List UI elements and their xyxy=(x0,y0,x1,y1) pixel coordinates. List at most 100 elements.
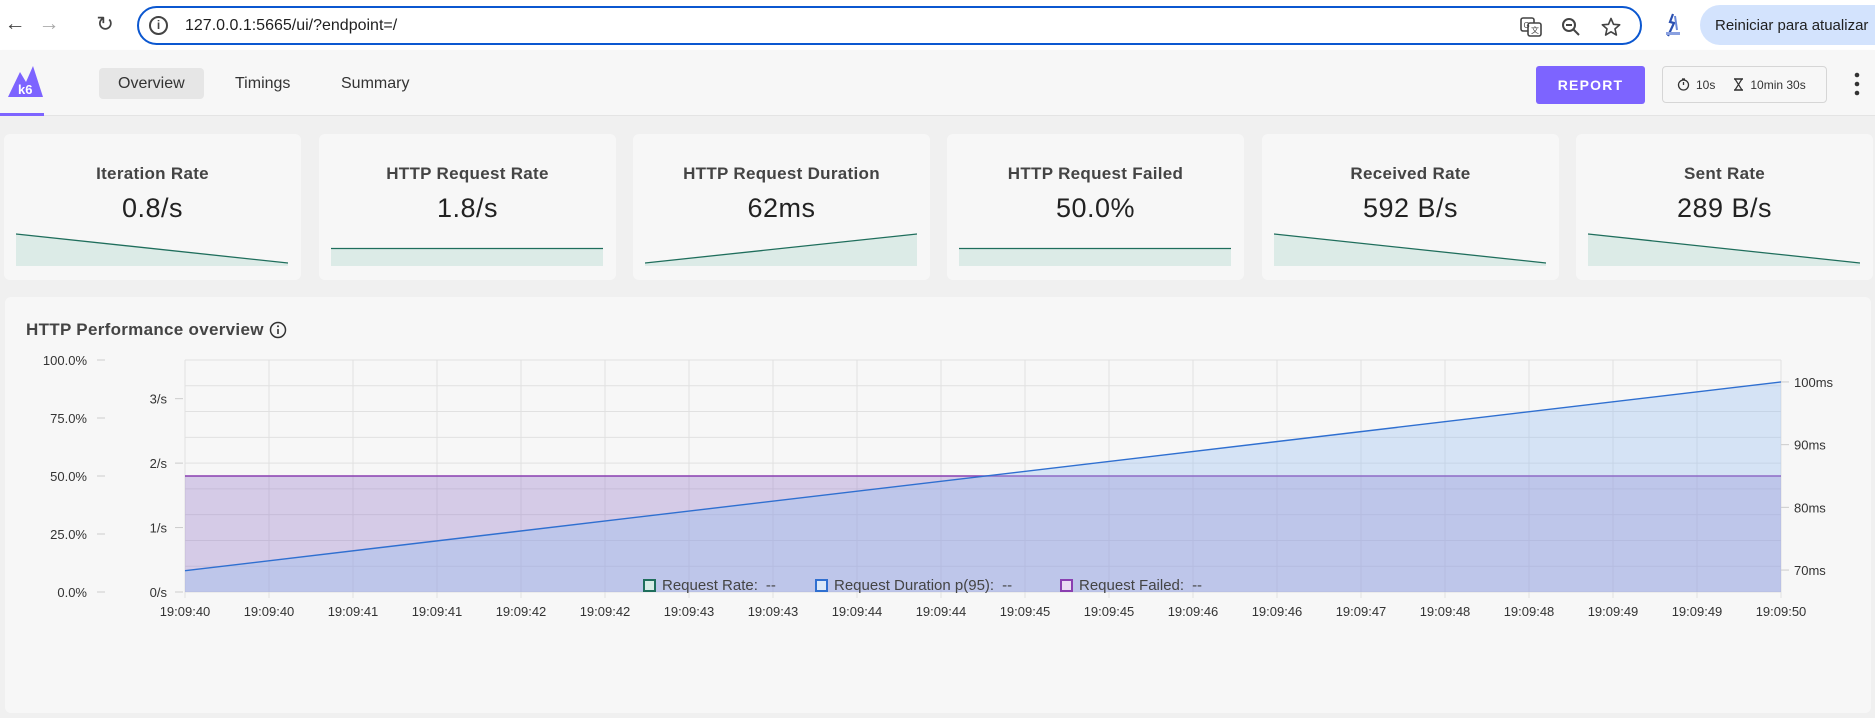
stat-card: Received Rate 592 B/s xyxy=(1262,134,1559,280)
logo-text: k6 xyxy=(18,82,32,97)
zoom-icon[interactable] xyxy=(1559,15,1583,39)
legend-request-duration[interactable]: Request Duration p(95): -- xyxy=(815,577,1012,594)
x-tick-label: 19:09:43 xyxy=(748,604,799,619)
url-text[interactable]: 127.0.0.1:5665/ui/?endpoint=/ xyxy=(185,17,397,35)
hourglass-icon xyxy=(1733,78,1744,91)
svg-text:文: 文 xyxy=(1531,25,1539,35)
x-tick-label: 19:09:44 xyxy=(916,604,967,619)
timer-icon xyxy=(1677,78,1690,91)
site-info-icon[interactable]: i xyxy=(149,16,168,35)
stat-sparkline xyxy=(959,247,1231,266)
y-tick-rate: 2/s xyxy=(150,456,168,471)
stat-title: Iteration Rate xyxy=(96,164,209,183)
y-tick-duration: 90ms xyxy=(1794,438,1826,453)
test-duration: 10min 30s xyxy=(1750,77,1806,92)
legend-request-rate[interactable]: Request Rate: -- xyxy=(643,577,776,594)
x-tick-label: 19:09:48 xyxy=(1420,604,1471,619)
time-controls[interactable]: 10s 10min 30s xyxy=(1662,66,1827,103)
stat-sparkline xyxy=(645,233,917,266)
x-tick-label: 19:09:48 xyxy=(1504,604,1555,619)
http-performance-chart: 100.0% 75.0% 50.0% 25.0% 0.0% 3/s 2/s 1/s 0/s 100… xyxy=(43,353,1834,619)
x-tick-label: 19:09:43 xyxy=(664,604,715,619)
translate-icon[interactable]: G文 xyxy=(1519,15,1543,39)
restart-to-update-button[interactable]: Reiniciar para atualizar xyxy=(1700,5,1875,45)
legend-label: Request Duration p(95): xyxy=(834,577,995,594)
y-tick-percent: 75.0% xyxy=(50,411,87,426)
report-button[interactable]: REPORT xyxy=(1536,66,1645,104)
stat-card: HTTP Request Rate 1.8/s xyxy=(319,134,616,280)
forward-icon[interactable]: → xyxy=(36,11,62,37)
x-tick-label: 19:09:49 xyxy=(1588,604,1639,619)
y-tick-rate: 0/s xyxy=(150,585,168,600)
k6-logo[interactable]: k6 xyxy=(6,64,44,98)
x-tick-label: 19:09:41 xyxy=(328,604,379,619)
stat-value: 50.0% xyxy=(1055,193,1136,223)
legend-swatch xyxy=(815,579,828,592)
sparkline-area xyxy=(331,248,603,266)
refresh-interval: 10s xyxy=(1696,77,1716,92)
stat-title: HTTP Request Duration xyxy=(683,164,880,183)
x-tick-label: 19:09:42 xyxy=(496,604,547,619)
x-tick-label: 19:09:45 xyxy=(1084,604,1135,619)
legend-swatch xyxy=(643,579,656,592)
y-tick-rate: 3/s xyxy=(150,392,168,407)
x-tick-label: 19:09:40 xyxy=(160,604,211,619)
x-tick-label: 19:09:49 xyxy=(1672,604,1723,619)
app-header: k6 Overview Timings Summary REPORT 10s 1… xyxy=(0,50,1875,116)
stat-value: 62ms xyxy=(747,193,816,223)
tab-summary[interactable]: Summary xyxy=(322,68,428,99)
stat-value: 1.8/s xyxy=(436,193,499,223)
stat-card: Sent Rate 289 B/s xyxy=(1576,134,1873,280)
stat-card: Iteration Rate 0.8/s xyxy=(4,134,301,280)
x-tick-label: 19:09:42 xyxy=(580,604,631,619)
legend-label: Request Failed: xyxy=(1079,577,1185,594)
legend-request-failed[interactable]: Request Failed: -- xyxy=(1060,577,1202,594)
legend-swatch xyxy=(1060,579,1073,592)
dashboard-content: Iteration Rate 0.8/s HTTP Request Rate 1.8/… xyxy=(0,116,1875,718)
stat-title: Sent Rate xyxy=(1683,164,1766,183)
y-tick-percent: 50.0% xyxy=(50,469,87,484)
stat-sparkline xyxy=(1588,233,1860,266)
stat-title: HTTP Request Failed xyxy=(1007,164,1184,183)
x-tick-label: 19:09:41 xyxy=(412,604,463,619)
y-tick-percent: 25.0% xyxy=(50,527,87,542)
legend-label: Request Rate: xyxy=(662,577,758,594)
stat-card: HTTP Request Duration 62ms xyxy=(633,134,930,280)
stat-value: 0.8/s xyxy=(121,193,184,223)
more-options-icon[interactable] xyxy=(1850,70,1864,98)
x-tick-label: 19:09:50 xyxy=(1756,604,1807,619)
x-tick-label: 19:09:47 xyxy=(1336,604,1387,619)
browser-toolbar: ← → ↻ i 127.0.0.1:5665/ui/?endpoint=/ G文… xyxy=(0,0,1875,50)
legend-value: -- xyxy=(1192,577,1203,594)
tab-timings[interactable]: Timings xyxy=(216,68,309,99)
y-tick-duration: 70ms xyxy=(1794,563,1826,578)
y-tick-duration: 100ms xyxy=(1794,375,1834,390)
stat-sparkline xyxy=(16,233,288,266)
y-tick-duration: 80ms xyxy=(1794,500,1826,515)
x-tick-label: 19:09:40 xyxy=(244,604,295,619)
stat-value: 592 B/s xyxy=(1362,193,1459,223)
bookmark-star-icon[interactable] xyxy=(1599,15,1623,39)
x-tick-label: 19:09:46 xyxy=(1168,604,1219,619)
x-tick-label: 19:09:46 xyxy=(1252,604,1303,619)
stat-card: HTTP Request Failed 50.0% xyxy=(947,134,1244,280)
y-tick-percent: 0.0% xyxy=(57,585,87,600)
sparkline-area xyxy=(959,248,1231,266)
address-bar[interactable]: i 127.0.0.1:5665/ui/?endpoint=/ G文 xyxy=(137,6,1642,45)
x-tick-label: 19:09:45 xyxy=(1000,604,1051,619)
back-icon[interactable]: ← xyxy=(2,11,28,37)
stat-sparkline xyxy=(331,247,603,266)
y-tick-rate: 1/s xyxy=(150,521,168,536)
y-tick-percent: 100.0% xyxy=(43,353,88,368)
stat-title: Received Rate xyxy=(1350,164,1471,183)
reload-icon[interactable]: ↻ xyxy=(92,11,118,37)
legend-value: -- xyxy=(1002,577,1013,594)
stat-sparkline xyxy=(1274,233,1546,266)
tab-overview[interactable]: Overview xyxy=(99,68,204,99)
http-performance-panel: HTTP Performance overview 100.0% 75.0% 50.… xyxy=(5,297,1871,713)
svg-text:G: G xyxy=(1524,21,1530,30)
x-tick-label: 19:09:44 xyxy=(832,604,883,619)
stat-value: 289 B/s xyxy=(1676,193,1773,223)
legend-value: -- xyxy=(765,577,776,594)
extension-icon[interactable] xyxy=(1662,12,1684,38)
